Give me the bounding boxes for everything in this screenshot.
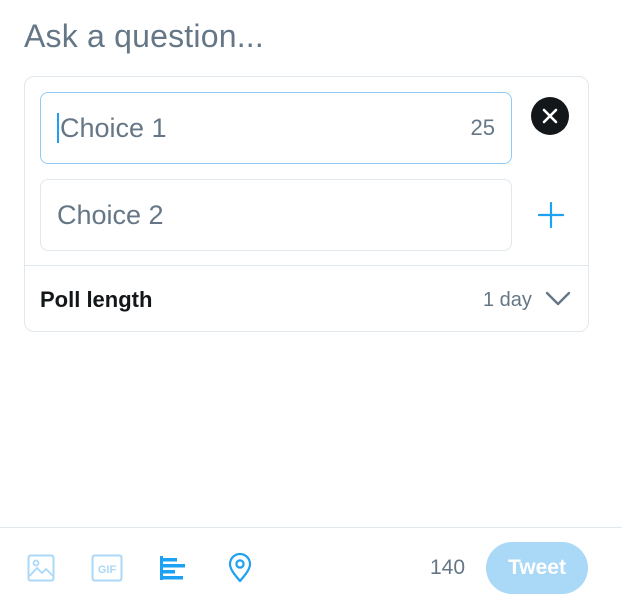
choice-1-placeholder: Choice 1 xyxy=(60,112,167,143)
choice-1-input[interactable]: Choice 1 25 xyxy=(40,92,512,164)
poll-length-label: Poll length xyxy=(40,287,153,312)
text-caret xyxy=(57,113,59,143)
tweet-button[interactable]: Tweet xyxy=(486,542,588,594)
location-pin-icon xyxy=(228,553,252,583)
photo-icon xyxy=(27,554,55,582)
add-choice-button[interactable] xyxy=(537,201,565,229)
poll-length-value[interactable]: 1 day xyxy=(483,289,532,312)
characters-remaining: 140 xyxy=(430,556,466,579)
poll-icon xyxy=(160,556,185,580)
chevron-down-icon[interactable] xyxy=(545,289,571,309)
question-input[interactable]: Ask a question... xyxy=(24,18,264,55)
poll-card: Choice 1 25 Choice 2 Poll length 1 day xyxy=(24,76,589,332)
toolbar-divider xyxy=(0,527,622,528)
add-location-button[interactable] xyxy=(225,550,255,586)
gif-icon: GIF xyxy=(91,554,123,582)
add-photo-button[interactable] xyxy=(26,550,56,586)
remove-poll-button[interactable] xyxy=(531,97,569,135)
plus-icon xyxy=(538,202,564,228)
close-icon xyxy=(542,108,558,124)
poll-compose-screen: Ask a question... Choice 1 25 Choice 2 P… xyxy=(0,0,622,602)
choice-2-input[interactable]: Choice 2 xyxy=(40,179,512,251)
choice-2-placeholder: Choice 2 xyxy=(57,199,164,230)
choice-1-char-count: 25 xyxy=(470,115,495,140)
divider xyxy=(25,265,588,266)
svg-text:GIF: GIF xyxy=(98,564,117,576)
add-poll-button[interactable] xyxy=(157,550,189,586)
add-gif-button[interactable]: GIF xyxy=(91,550,123,586)
